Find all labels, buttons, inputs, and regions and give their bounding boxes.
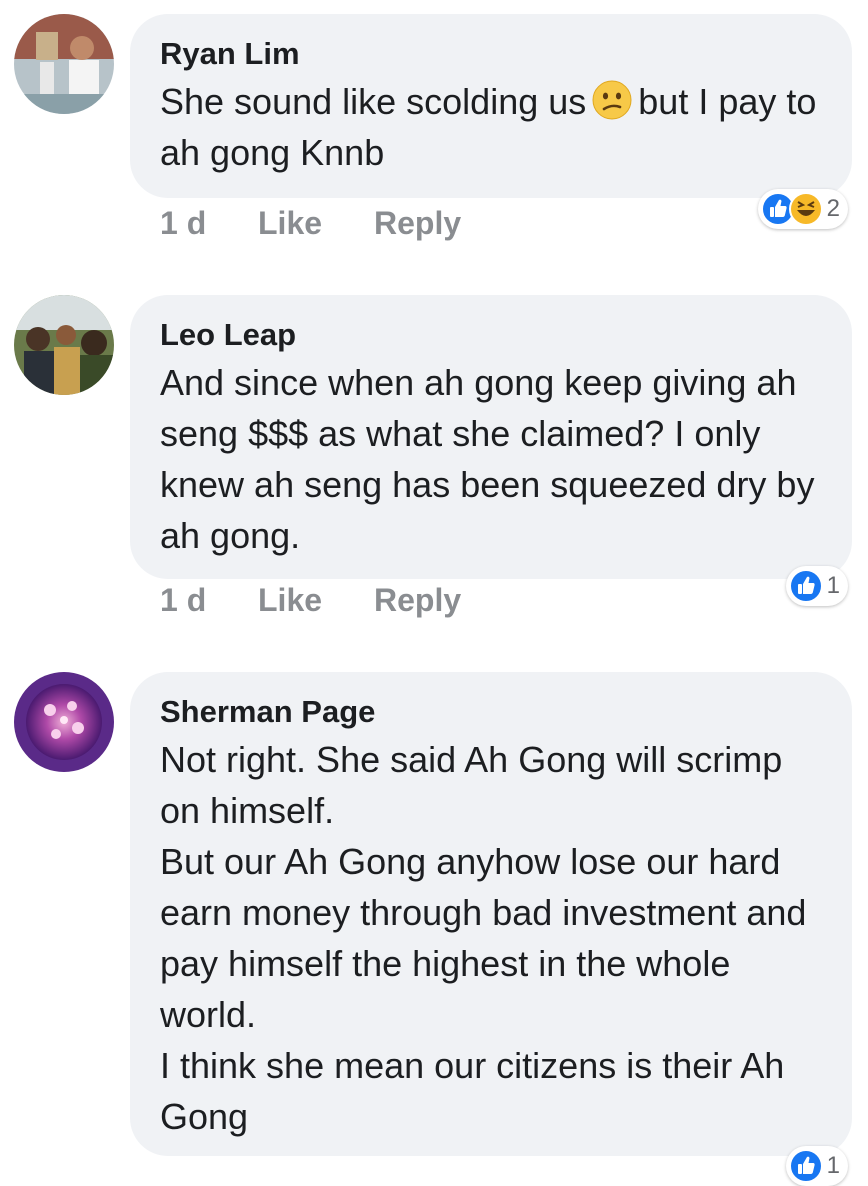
comment-author[interactable]: Sherman Page <box>160 694 822 730</box>
comment-text: Not right. She said Ah Gong will scrimp … <box>160 739 807 1137</box>
like-button[interactable]: Like <box>258 582 374 619</box>
like-button[interactable]: Like <box>258 205 374 242</box>
avatar[interactable] <box>14 14 114 114</box>
like-reaction-icon <box>788 569 823 603</box>
reply-button[interactable]: Reply <box>374 205 461 242</box>
comment-meta: 1 d Like Reply <box>160 205 461 242</box>
comment-author[interactable]: Leo Leap <box>160 317 822 353</box>
avatar[interactable] <box>14 295 114 395</box>
comment-bubble: Sherman Page Not right. She said Ah Gong… <box>130 672 852 1156</box>
reaction-summary[interactable]: 2 <box>757 189 848 229</box>
reaction-count: 1 <box>826 1152 840 1179</box>
comment-meta: 1 d Like Reply <box>160 582 461 619</box>
like-reaction-icon <box>788 1149 823 1183</box>
comment-text: And since when ah gong keep giving ah se… <box>160 362 825 556</box>
reaction-summary[interactable]: 1 <box>785 566 848 606</box>
comment-bubble: Ryan Lim She sound like scolding us but I… <box>130 14 852 198</box>
comment-time[interactable]: 1 d <box>160 205 258 242</box>
haha-reaction-icon <box>788 192 823 226</box>
avatar[interactable] <box>14 672 114 772</box>
confused-face-icon <box>592 80 632 120</box>
reaction-summary[interactable]: 1 <box>785 1146 848 1186</box>
reaction-count: 2 <box>826 195 840 222</box>
comment-time[interactable]: 1 d <box>160 582 258 619</box>
reply-button[interactable]: Reply <box>374 582 461 619</box>
comment-author[interactable]: Ryan Lim <box>160 36 822 72</box>
comment-text: She sound like scolding us but I pay to a… <box>160 76 822 178</box>
reaction-count: 1 <box>826 572 840 599</box>
comment-bubble: Leo Leap And since when ah gong keep giv… <box>130 295 852 579</box>
comment-text-part: She sound like scolding us <box>160 81 587 122</box>
